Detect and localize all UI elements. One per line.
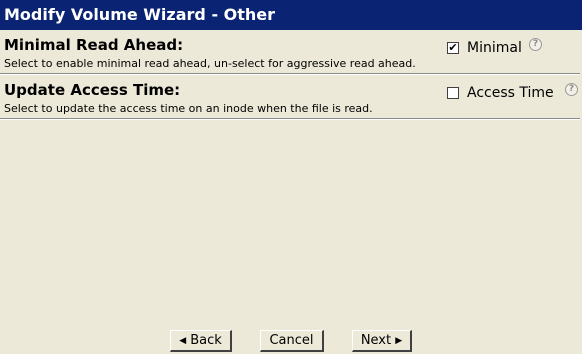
section-description: Select to update the access time on an i… xyxy=(4,102,373,115)
help-icon[interactable]: ? xyxy=(529,38,542,51)
section-title: Update Access Time: xyxy=(4,81,181,99)
next-button-label: Next xyxy=(360,333,392,348)
back-button-label: Back xyxy=(190,333,222,348)
next-button[interactable]: Next ▶ xyxy=(352,330,412,352)
minimal-checkbox[interactable]: ✔ xyxy=(447,42,459,54)
section-title: Minimal Read Ahead: xyxy=(4,36,184,54)
wizard-title: Modify Volume Wizard - Other xyxy=(0,0,582,30)
back-arrow-icon: ◀ xyxy=(179,336,187,346)
section-minimal-read-ahead: Minimal Read Ahead: Select to enable min… xyxy=(4,36,580,72)
access-time-checkbox[interactable] xyxy=(447,87,459,99)
next-arrow-icon: ▶ xyxy=(395,336,403,346)
cancel-button-label: Cancel xyxy=(269,333,314,348)
section-description: Select to enable minimal read ahead, un-… xyxy=(4,57,416,70)
minimal-checkbox-label[interactable]: Minimal xyxy=(467,39,522,57)
cancel-button[interactable]: Cancel xyxy=(260,330,324,352)
section-update-access-time: Update Access Time: Select to update the… xyxy=(4,81,580,117)
help-icon[interactable]: ? xyxy=(565,83,578,96)
access-time-checkbox-label[interactable]: Access Time xyxy=(467,84,554,102)
section-divider xyxy=(0,73,580,75)
section-divider xyxy=(0,118,580,120)
back-button[interactable]: ◀ Back xyxy=(170,330,232,352)
